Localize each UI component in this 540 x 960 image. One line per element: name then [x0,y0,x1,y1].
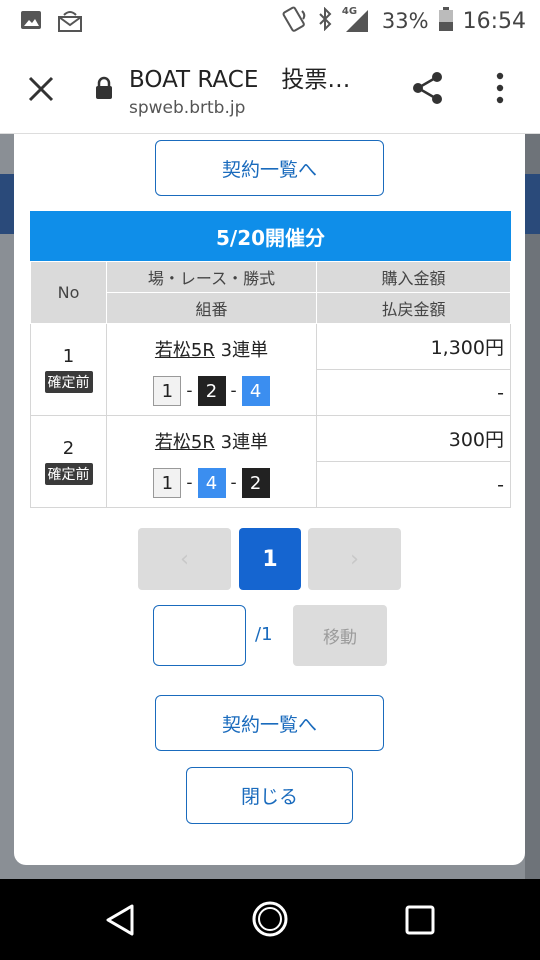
status-bar: 4G 33% 16:54 [0,0,540,42]
clock: 16:54 [462,8,526,34]
race-link[interactable]: 若松5R [155,340,215,361]
bet-table: No 場・レース・勝式 購入金額 組番 払戻金額 1 確定前 若松5R 3連単 [30,261,511,508]
current-page-button[interactable]: 1 [239,528,301,590]
bet-list-modal: 契約一覧へ 5/20開催分 No 場・レース・勝式 購入金額 組番 払戻金額 1… [14,134,525,865]
contract-list-button-bottom[interactable]: 契約一覧へ [155,695,384,751]
column-purchase-amount: 購入金額 [316,261,511,293]
close-button[interactable]: 閉じる [186,767,353,824]
table-row: 2 確定前 若松5R 3連単 1 - 4 - 2 300円 [30,415,511,508]
column-payout-amount: 払戻金額 [316,292,511,324]
race-link[interactable]: 若松5R [155,432,215,453]
combo-separator: - [186,473,193,493]
background-decoration [525,134,540,879]
boat-number-badge: 4 [197,468,226,498]
lock-icon [94,76,114,104]
page-url: spweb.brtb.jp [129,98,246,118]
race-cell: 若松5R 3連単 1 - 2 - 4 [106,323,317,416]
back-icon[interactable] [104,903,136,941]
close-icon[interactable] [24,72,58,106]
row-no-cell: 2 確定前 [30,415,107,508]
combination: 1 - 4 - 2 [107,468,316,498]
column-race-info: 場・レース・勝式 [106,261,317,293]
boat-number-badge: 4 [241,376,270,406]
gallery-notification-icon [20,9,42,37]
row-number: 1 [62,346,75,367]
purchase-amount: 1,300円 [316,323,511,370]
row-number: 2 [62,438,75,459]
recents-icon[interactable] [405,905,435,939]
move-button[interactable]: 移動 [293,605,387,666]
combo-separator: - [230,381,237,401]
combination: 1 - 2 - 4 [107,376,316,406]
page-total: /1 [255,624,273,645]
phone-vibrate-icon [278,5,308,38]
contract-list-button-top[interactable]: 契約一覧へ [155,140,384,196]
share-icon[interactable] [410,70,446,110]
email-notification-icon [58,9,82,37]
boat-number-badge: 1 [153,468,182,498]
bluetooth-icon [318,6,332,36]
home-icon[interactable] [251,900,289,942]
prev-page-button[interactable]: ‹ [138,528,231,590]
purchase-amount: 300円 [316,415,511,462]
background-decoration [0,174,14,234]
status-badge: 確定前 [44,371,93,393]
combo-separator: - [186,381,193,401]
cellular-signal-icon: 4G [342,6,372,34]
boat-number-badge: 2 [241,468,270,498]
page-number-input[interactable] [153,605,246,666]
bet-type: 3連単 [220,340,269,361]
combo-separator: - [230,473,237,493]
battery-percent: 33% [381,9,429,33]
row-no-cell: 1 確定前 [30,323,107,416]
chevron-right-icon: › [350,546,359,572]
payout-amount: - [316,369,511,416]
race-cell: 若松5R 3連単 1 - 4 - 2 [106,415,317,508]
column-combination: 組番 [106,292,317,324]
payout-amount: - [316,461,511,508]
boat-number-badge: 1 [153,376,182,406]
system-navigation-bar [0,879,540,960]
custom-tab-toolbar: BOAT RACE 投票… spweb.brtb.jp [0,42,540,134]
boat-number-badge: 2 [197,376,226,406]
page-title: BOAT RACE 投票… [129,67,351,93]
bet-type: 3連単 [220,432,269,453]
column-no: No [30,261,107,324]
more-options-icon[interactable] [494,72,506,108]
chevron-left-icon: ‹ [180,546,189,572]
date-header: 5/20開催分 [30,211,511,261]
table-row: 1 確定前 若松5R 3連単 1 - 2 - 4 1,300円 [30,323,511,416]
next-page-button[interactable]: › [308,528,401,590]
status-badge: 確定前 [44,463,93,485]
background-decoration [525,174,540,234]
battery-icon [438,6,453,36]
